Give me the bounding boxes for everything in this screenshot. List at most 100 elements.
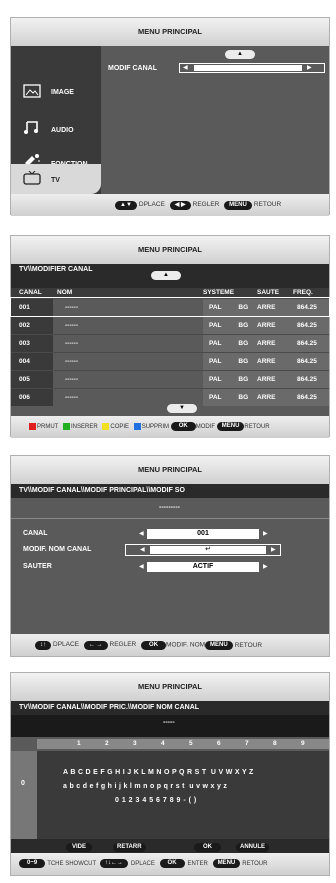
footer-prmut: PRMUT (37, 424, 59, 430)
table-row[interactable]: 005 ------ PAL BG ARRE 864.25 (11, 370, 329, 388)
number-key[interactable]: 3 (133, 739, 137, 749)
cell-canal: 005 (11, 370, 53, 388)
footer-bar: 0~9 TCHE SHOWCUT ↑↓←→ DPLACE OK ENTER MENU R… (11, 853, 329, 875)
number-key[interactable]: 9 (301, 739, 305, 749)
ok-key-icon: OK (159, 858, 185, 868)
enter-icon: ↵ (205, 546, 211, 553)
cell-saute: ARRE (257, 334, 293, 352)
uppercase-keys[interactable]: A B C D E F G H I J K L M N O P Q R S T … (63, 769, 254, 776)
scroll-down-button[interactable]: ▼ (167, 404, 197, 413)
arrows-key-icon: ↑↓←→ (99, 858, 128, 868)
table-row[interactable]: 004 ------ PAL BG ARRE 864.25 (11, 352, 329, 370)
name-row: ----- (11, 715, 329, 737)
sidebar-item-label: AUDIO (51, 127, 74, 134)
retarr-button[interactable]: RETARR (113, 843, 146, 852)
tv-icon (23, 171, 41, 185)
footer-inserer: INSERER (71, 424, 98, 430)
ok-key-icon: OK (170, 421, 196, 431)
sauter-label: SAUTER (23, 563, 52, 570)
footer-regler: REGLER (109, 641, 137, 648)
modif-nom-canal-label: MODIF. NOM CANAL (23, 546, 92, 553)
cell-system-band: BG (238, 316, 257, 334)
char-grid (37, 751, 329, 839)
menu-title: MENU PRINCIPAL (11, 236, 329, 264)
breadcrumb: TV\\MODIFIER CANAL (19, 266, 93, 273)
footer-modif: MODIF (195, 424, 216, 430)
number-key[interactable]: 2 (105, 739, 109, 749)
breadcrumb: TV\\MODIF CANAL\\MODIF PRIC.\\MODIF NOM … (11, 701, 329, 715)
path-bar: TV\\MODIFIER CANAL ▲ (11, 264, 329, 288)
number-key[interactable]: 4 (161, 739, 165, 749)
digit-keys[interactable]: 0 1 2 3 4 5 6 7 8 9 - ( ) (115, 797, 197, 804)
edit-channel-panel: MENU PRINCIPAL TV\\MODIF CANAL\\MODIF PR… (10, 455, 330, 657)
cell-nom: ------ (65, 357, 78, 365)
vide-button[interactable]: VIDE (66, 843, 93, 852)
enter-field: ↵ (150, 546, 266, 554)
footer-tche-showcut: TCHE SHOWCUT (47, 861, 97, 867)
footer-bar: ▲▼ DPLACE ◀ ▶ REGLER MENU RETOUR (11, 194, 329, 216)
green-key-icon (63, 422, 71, 430)
modif-canal-slider[interactable]: ◀ ▶ (179, 63, 325, 73)
cell-system: PAL (203, 352, 239, 370)
annule-button[interactable]: ANNULE (236, 843, 269, 852)
footer-retour: RETOUR (242, 861, 268, 867)
footer-regler: REGLER (192, 201, 220, 208)
col-saute: SAUTE (257, 289, 280, 297)
scroll-up-button[interactable]: ▲ (225, 50, 255, 59)
arrow-right-icon: ▶ (263, 564, 268, 570)
cell-canal: 003 (11, 334, 53, 352)
cell-system-band: BG (238, 334, 257, 352)
number-key[interactable]: 6 (217, 739, 221, 749)
sidebar-item-image[interactable]: IMAGE (11, 81, 101, 105)
sidebar-item-tv[interactable]: TV (11, 164, 101, 194)
music-note-icon (24, 121, 38, 134)
lowercase-keys[interactable]: a b c d e f g h i j k l m n o p q r s t … (63, 783, 227, 790)
footer-retour: RETOUR (234, 641, 263, 649)
scroll-up-button[interactable]: ▲ (151, 271, 181, 280)
footer-modif-nom: MODIF. NOM (166, 641, 206, 649)
number-key[interactable]: 5 (189, 739, 193, 749)
cell-freq: 864.25 (293, 370, 329, 388)
menu-title: MENU PRINCIPAL (11, 673, 329, 701)
sidebar-item-audio[interactable]: AUDIO (11, 118, 101, 142)
menu-title: MENU PRINCIPAL (11, 456, 329, 484)
canal-label: CANAL (23, 530, 48, 537)
cell-canal: 001 (11, 298, 53, 316)
number-key[interactable]: 8 (273, 739, 277, 749)
modif-nom-canal-field[interactable]: ◀ ↵ ▶ (125, 544, 281, 556)
arrow-right-icon: ▶ (271, 547, 276, 553)
ok-key-icon: OK (141, 640, 167, 650)
cell-canal: 002 (11, 316, 53, 334)
table-row[interactable]: 001 ------ PAL BG ARRE 864.25 (10, 297, 330, 317)
menu-title: MENU PRINCIPAL (11, 18, 329, 46)
footer-retour: RETOUR (244, 424, 270, 430)
footer-copie: COPIE (110, 424, 130, 430)
blue-key-icon (133, 422, 141, 430)
table-row[interactable]: 003 ------ PAL BG ARRE 864.25 (11, 334, 329, 352)
table-row[interactable]: 002 ------ PAL BG ARRE 864.25 (11, 316, 329, 334)
cell-saute: ARRE (257, 388, 293, 406)
number-key[interactable]: 7 (245, 739, 249, 749)
ok-button[interactable]: OK (194, 843, 221, 852)
arrow-left-icon: ◀ (183, 65, 188, 71)
footer-bar: PRMUT INSERER COPIE SUPPRIM OK MODIF MENU… (11, 416, 329, 438)
digits-key-icon: 0~9 (19, 858, 46, 868)
cell-canal: 004 (11, 352, 53, 370)
cell-nom: ------ (65, 321, 78, 329)
cell-nom: ------ (65, 339, 78, 347)
cell-nom: ------ (65, 303, 78, 311)
arrow-left-icon: ◀ (140, 547, 145, 553)
cell-system-band: BG (238, 388, 257, 406)
modif-canal-label: MODIF CANAL (108, 65, 157, 72)
number-key[interactable]: 1 (77, 739, 81, 749)
sauter-field[interactable]: ACTIF (147, 562, 259, 572)
name-value: ----- (163, 719, 175, 726)
cell-freq: 864.25 (293, 316, 329, 334)
sidebar-item-label: TV (51, 177, 60, 184)
menu-key-icon: MENU (224, 200, 252, 210)
canal-field[interactable]: 001 (147, 529, 259, 539)
updown-key-icon: ↕↑ (35, 640, 51, 650)
cell-system: PAL (203, 298, 239, 316)
arrow-right-icon: ▶ (307, 65, 312, 71)
key-0[interactable]: 0 (21, 780, 25, 787)
